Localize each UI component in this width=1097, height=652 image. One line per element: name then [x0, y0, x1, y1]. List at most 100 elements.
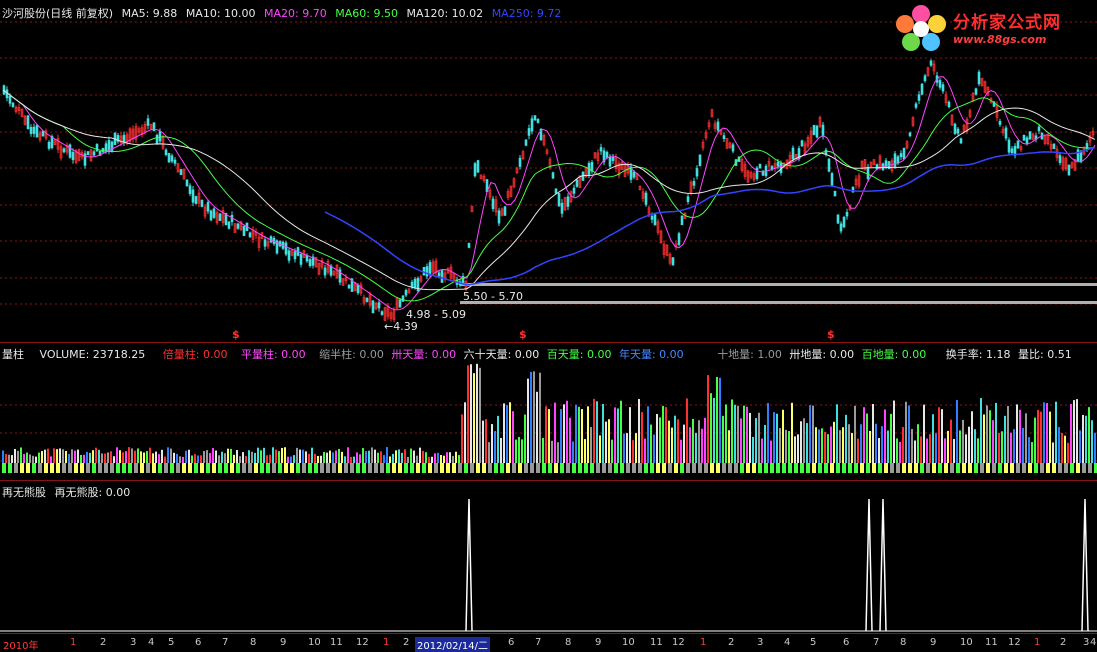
candle-body — [35, 124, 39, 138]
volume-marker — [224, 463, 228, 473]
volume-bar — [23, 454, 25, 463]
volume-marker — [1028, 463, 1032, 473]
volume-bar — [245, 455, 247, 463]
volume-marker — [968, 463, 972, 473]
candle-body — [263, 239, 267, 247]
volume-bar — [779, 428, 781, 463]
volume-marker — [254, 463, 258, 473]
volume-marker — [842, 463, 846, 473]
indicator-panel[interactable]: 再无熊股 再无熊股: 0.00 — [0, 481, 1097, 633]
volume-bars-group — [2, 363, 1096, 463]
candle-body — [902, 147, 906, 160]
volume-bar — [635, 433, 637, 463]
volume-bar — [131, 448, 133, 463]
volume-bar — [359, 454, 361, 463]
candle-body — [110, 141, 114, 152]
volume-bar — [521, 439, 523, 463]
indicator-spike — [865, 498, 873, 632]
volume-bar — [680, 439, 682, 463]
volume-bar — [596, 401, 598, 463]
volume-marker — [740, 463, 744, 473]
volume-marker — [704, 463, 708, 473]
volume-bar — [137, 448, 139, 463]
volume-bar — [677, 419, 679, 463]
volume-bar — [572, 441, 574, 463]
volume-bar — [725, 404, 727, 463]
candle-body — [185, 179, 189, 187]
volume-bar — [509, 402, 511, 463]
volume-bar — [374, 449, 376, 463]
volume-marker — [668, 463, 672, 473]
volume-bar — [242, 452, 244, 463]
volume-bar — [983, 414, 985, 463]
volume-bar — [875, 423, 877, 463]
volume-marker — [44, 463, 48, 473]
volume-bar — [317, 455, 319, 463]
volume-bar — [977, 438, 979, 463]
volume-bar — [638, 399, 640, 463]
candle-body — [941, 84, 945, 92]
volume-bar — [830, 426, 832, 463]
volume-bar — [842, 427, 844, 463]
volume-bar — [848, 424, 850, 463]
time-axis-label: 10 — [622, 637, 635, 648]
volume-bar — [497, 415, 499, 463]
volume-bar — [992, 420, 994, 463]
volume-marker — [926, 463, 930, 473]
candle-body — [308, 259, 312, 267]
volume-bar — [116, 447, 118, 463]
volume-marker — [116, 463, 120, 473]
volume-bar — [158, 454, 160, 463]
price-chart-panel[interactable]: 沙河股份(日线 前复权) MA5: 9.88 MA10: 10.00 MA20:… — [0, 0, 1097, 342]
volume-bar — [899, 441, 901, 463]
time-axis[interactable]: 2010年 1 2 3 4 5 6 7 8 9 10 11 12 1 2 2012/02/14/二 6 7 8 9 10… — [0, 634, 1097, 652]
dollar-mark-3: $ — [827, 328, 835, 341]
volume-bar — [362, 448, 364, 463]
volume-panel[interactable]: 量柱 VOLUME: 23718.25 倍量柱: 0.00 平量柱: 0.00 … — [0, 343, 1097, 480]
candle-body — [173, 159, 177, 164]
volume-bar — [941, 409, 943, 463]
volume-bar — [344, 456, 346, 463]
volume-bar — [290, 456, 292, 463]
volume-bar — [149, 447, 151, 463]
candle-body — [1037, 126, 1041, 132]
time-axis-label: 11 — [330, 637, 343, 648]
year-volume-label: 年天量: 0.00 — [618, 348, 684, 361]
time-axis-label: 1 — [383, 637, 390, 648]
volume-bar — [407, 456, 409, 463]
volume-bar — [248, 450, 250, 463]
volume-bar — [623, 433, 625, 463]
volume-bar — [326, 452, 328, 463]
candle-body — [827, 158, 831, 172]
flower-logo-icon — [896, 5, 946, 51]
volume-bar — [719, 377, 721, 463]
volume-bar — [29, 454, 31, 463]
volume-marker — [614, 463, 618, 473]
volume-bar — [1028, 437, 1030, 463]
volume-marker — [272, 463, 276, 473]
volume-bar — [533, 371, 535, 463]
volume-bars-chart[interactable] — [0, 343, 1097, 480]
volume-bar — [926, 438, 928, 463]
volume-marker — [500, 463, 504, 473]
flat-volume-label: 平量柱: 0.00 — [240, 348, 306, 361]
volume-marker — [284, 463, 288, 473]
volume-marker — [68, 463, 72, 473]
time-axis-label: 8 — [565, 637, 572, 648]
volume-marker — [458, 463, 462, 473]
volume-marker — [236, 463, 240, 473]
candle-body — [155, 134, 159, 144]
candle-body — [599, 147, 603, 152]
volume-bar — [911, 429, 913, 463]
volume-bar — [530, 371, 532, 463]
time-axis-label: 12 — [356, 637, 369, 648]
volume-bar — [995, 402, 997, 463]
volume-bar — [935, 433, 937, 463]
volume-bar — [908, 405, 910, 463]
indicator-chart[interactable] — [0, 481, 1097, 633]
volume-bar — [323, 451, 325, 463]
candle-body — [206, 202, 210, 212]
volume-marker — [476, 463, 480, 473]
volume-marker — [98, 463, 102, 473]
candle-body — [650, 215, 654, 220]
